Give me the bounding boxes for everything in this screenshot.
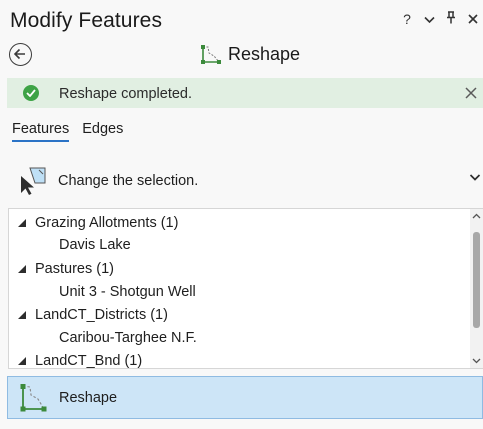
status-message: Reshape completed. bbox=[59, 86, 192, 102]
expand-triangle-icon[interactable] bbox=[18, 265, 26, 273]
tree-feature-row[interactable]: Unit 3 - Shotgun Well bbox=[9, 281, 469, 304]
tab-strip: Features Edges bbox=[12, 121, 123, 142]
select-cursor-icon bbox=[21, 167, 46, 195]
reshape-tool-label: Reshape bbox=[59, 390, 118, 406]
tree-row-text: Grazing Allotments (1) bbox=[35, 215, 179, 231]
tree-row-text: Pastures (1) bbox=[35, 261, 114, 277]
status-banner: Reshape completed. bbox=[7, 78, 483, 108]
arrow-left-icon bbox=[13, 48, 25, 60]
reshape-icon bbox=[20, 384, 47, 412]
expand-triangle-icon[interactable] bbox=[18, 219, 26, 227]
pin-button[interactable] bbox=[445, 11, 457, 27]
tool-heading: Reshape bbox=[200, 44, 300, 65]
pin-icon bbox=[447, 11, 455, 24]
reshape-icon bbox=[201, 44, 221, 64]
pane-title: Modify Features bbox=[10, 9, 163, 32]
close-icon bbox=[465, 87, 477, 99]
close-icon bbox=[468, 14, 478, 24]
tree-layer-row[interactable]: LandCT_Bnd (1) bbox=[9, 350, 469, 369]
expand-triangle-icon[interactable] bbox=[18, 357, 26, 365]
scroll-down-icon bbox=[472, 358, 481, 364]
help-button[interactable]: ? bbox=[401, 11, 413, 27]
tree-row-text: LandCT_Districts (1) bbox=[35, 307, 168, 323]
tool-title: Reshape bbox=[228, 44, 301, 64]
tree-layer-row[interactable]: LandCT_Districts (1) bbox=[9, 304, 469, 327]
scrollbar-thumb[interactable] bbox=[473, 232, 480, 328]
tree-row-text: LandCT_Bnd (1) bbox=[35, 353, 143, 369]
expand-triangle-icon[interactable] bbox=[18, 311, 26, 319]
options-menu-button[interactable] bbox=[423, 11, 435, 27]
pane-controls: ? bbox=[401, 11, 479, 27]
dismiss-banner-button[interactable] bbox=[463, 83, 479, 104]
tab-features[interactable]: Features bbox=[12, 121, 70, 142]
tab-edges[interactable]: Edges bbox=[82, 121, 123, 142]
pane-titlebar: Modify Features ? bbox=[0, 0, 483, 40]
change-selection-label: Change the selection. bbox=[58, 173, 199, 189]
tree-row-text: Unit 3 - Shotgun Well bbox=[59, 284, 196, 300]
tree-row-text: Caribou-Targhee N.F. bbox=[59, 330, 197, 346]
feature-tree: Grazing Allotments (1) Davis Lake Pastur… bbox=[8, 208, 483, 369]
tree-feature-row[interactable]: Davis Lake bbox=[9, 234, 469, 257]
scroll-up-icon bbox=[472, 213, 481, 219]
chevron-down-icon bbox=[469, 174, 481, 181]
close-pane-button[interactable] bbox=[467, 11, 479, 27]
tree-feature-row[interactable]: Caribou-Targhee N.F. bbox=[9, 327, 469, 350]
tree-layer-row[interactable]: Pastures (1) bbox=[9, 258, 469, 281]
tree-row-text: Davis Lake bbox=[59, 237, 131, 253]
back-button[interactable] bbox=[9, 43, 32, 66]
reshape-tool-row[interactable]: Reshape bbox=[7, 376, 483, 419]
tree-layer-row[interactable]: Grazing Allotments (1) bbox=[9, 212, 469, 235]
success-check-icon bbox=[23, 85, 39, 101]
tool-header: Reshape bbox=[0, 40, 483, 72]
tree-scrollbar[interactable] bbox=[470, 209, 483, 368]
chevron-down-icon bbox=[423, 16, 435, 24]
change-selection-row[interactable]: Change the selection. bbox=[0, 162, 483, 202]
